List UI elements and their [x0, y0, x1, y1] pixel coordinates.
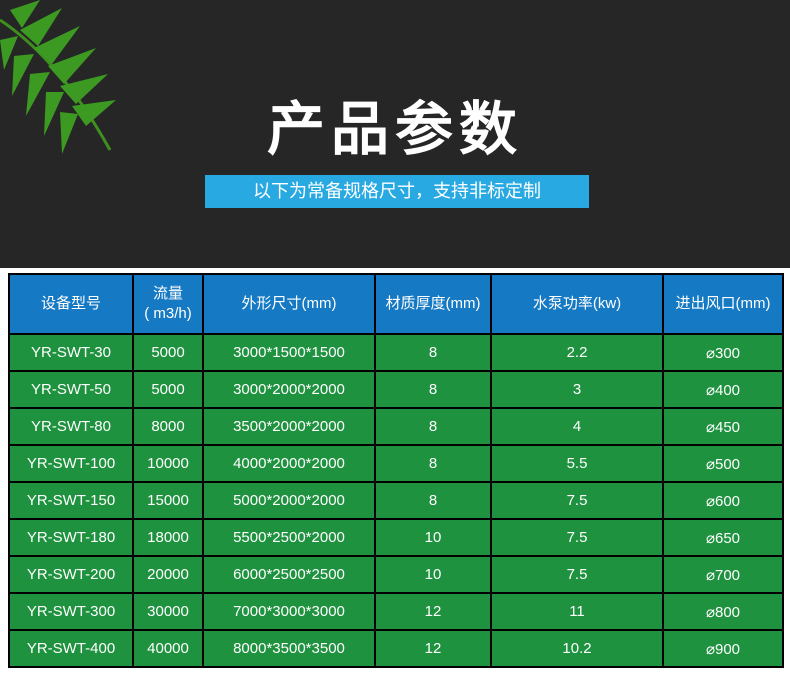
table-row: YR-SWT-300 30000 7000*3000*3000 12 11 ⌀8… [8, 592, 784, 631]
cell-air-outlet: ⌀450 [662, 407, 784, 446]
cell-air-outlet: ⌀300 [662, 333, 784, 372]
cell-air-outlet: ⌀700 [662, 555, 784, 594]
cell-air-outlet: ⌀600 [662, 481, 784, 520]
column-header-model: 设备型号 [8, 273, 134, 335]
cell-thickness: 10 [374, 518, 492, 557]
cell-model: YR-SWT-150 [8, 481, 134, 520]
cell-pump-power: 3 [490, 370, 664, 409]
cell-model: YR-SWT-100 [8, 444, 134, 483]
spec-table-container: 设备型号 流量 ( m3/h) 外形尺寸(mm) 材质厚度(mm) 水泵功率(k… [8, 273, 784, 668]
cell-thickness: 8 [374, 333, 492, 372]
cell-pump-power: 5.5 [490, 444, 664, 483]
cell-model: YR-SWT-30 [8, 333, 134, 372]
cell-thickness: 12 [374, 629, 492, 668]
cell-air-outlet: ⌀650 [662, 518, 784, 557]
cell-dimensions: 5000*2000*2000 [202, 481, 376, 520]
column-header-thickness: 材质厚度(mm) [374, 273, 492, 335]
cell-flow: 40000 [132, 629, 204, 668]
cell-air-outlet: ⌀400 [662, 370, 784, 409]
cell-model: YR-SWT-50 [8, 370, 134, 409]
cell-thickness: 8 [374, 444, 492, 483]
cell-air-outlet: ⌀900 [662, 629, 784, 668]
cell-pump-power: 4 [490, 407, 664, 446]
cell-thickness: 12 [374, 592, 492, 631]
cell-flow: 15000 [132, 481, 204, 520]
cell-thickness: 8 [374, 481, 492, 520]
column-header-flow: 流量 ( m3/h) [132, 273, 204, 335]
table-row: YR-SWT-150 15000 5000*2000*2000 8 7.5 ⌀6… [8, 481, 784, 520]
cell-air-outlet: ⌀500 [662, 444, 784, 483]
cell-dimensions: 3000*1500*1500 [202, 333, 376, 372]
table-row: YR-SWT-180 18000 5500*2500*2000 10 7.5 ⌀… [8, 518, 784, 557]
cell-dimensions: 4000*2000*2000 [202, 444, 376, 483]
table-row: YR-SWT-100 10000 4000*2000*2000 8 5.5 ⌀5… [8, 444, 784, 483]
column-header-pump-power: 水泵功率(kw) [490, 273, 664, 335]
cell-dimensions: 8000*3500*3500 [202, 629, 376, 668]
cell-flow: 5000 [132, 370, 204, 409]
table-row: YR-SWT-50 5000 3000*2000*2000 8 3 ⌀400 [8, 370, 784, 409]
subtitle-banner: 以下为常备规格尺寸，支持非标定制 [205, 175, 589, 208]
cell-pump-power: 2.2 [490, 333, 664, 372]
cell-flow: 5000 [132, 333, 204, 372]
column-header-air-outlet: 进出风口(mm) [662, 273, 784, 335]
table-row: YR-SWT-400 40000 8000*3500*3500 12 10.2 … [8, 629, 784, 668]
cell-dimensions: 3000*2000*2000 [202, 370, 376, 409]
cell-flow: 18000 [132, 518, 204, 557]
cell-model: YR-SWT-80 [8, 407, 134, 446]
cell-thickness: 10 [374, 555, 492, 594]
cell-dimensions: 3500*2000*2000 [202, 407, 376, 446]
cell-thickness: 8 [374, 407, 492, 446]
cell-pump-power: 7.5 [490, 481, 664, 520]
cell-dimensions: 7000*3000*3000 [202, 592, 376, 631]
cell-pump-power: 7.5 [490, 518, 664, 557]
cell-pump-power: 7.5 [490, 555, 664, 594]
spec-table: 设备型号 流量 ( m3/h) 外形尺寸(mm) 材质厚度(mm) 水泵功率(k… [8, 273, 784, 668]
column-header-dimensions: 外形尺寸(mm) [202, 273, 376, 335]
cell-flow: 20000 [132, 555, 204, 594]
cell-pump-power: 10.2 [490, 629, 664, 668]
cell-dimensions: 5500*2500*2000 [202, 518, 376, 557]
cell-flow: 10000 [132, 444, 204, 483]
cell-model: YR-SWT-180 [8, 518, 134, 557]
cell-flow: 8000 [132, 407, 204, 446]
table-row: YR-SWT-80 8000 3500*2000*2000 8 4 ⌀450 [8, 407, 784, 446]
cell-dimensions: 6000*2500*2500 [202, 555, 376, 594]
cell-thickness: 8 [374, 370, 492, 409]
page-title: 产品参数 [266, 95, 523, 163]
cell-model: YR-SWT-400 [8, 629, 134, 668]
cell-pump-power: 11 [490, 592, 664, 631]
table-row: YR-SWT-30 5000 3000*1500*1500 8 2.2 ⌀300 [8, 333, 784, 372]
cell-air-outlet: ⌀800 [662, 592, 784, 631]
cell-flow: 30000 [132, 592, 204, 631]
cell-model: YR-SWT-300 [8, 592, 134, 631]
table-header-row: 设备型号 流量 ( m3/h) 外形尺寸(mm) 材质厚度(mm) 水泵功率(k… [8, 273, 784, 335]
cell-model: YR-SWT-200 [8, 555, 134, 594]
hero-banner: 产品参数 以下为常备规格尺寸，支持非标定制 [0, 0, 790, 268]
table-row: YR-SWT-200 20000 6000*2500*2500 10 7.5 ⌀… [8, 555, 784, 594]
